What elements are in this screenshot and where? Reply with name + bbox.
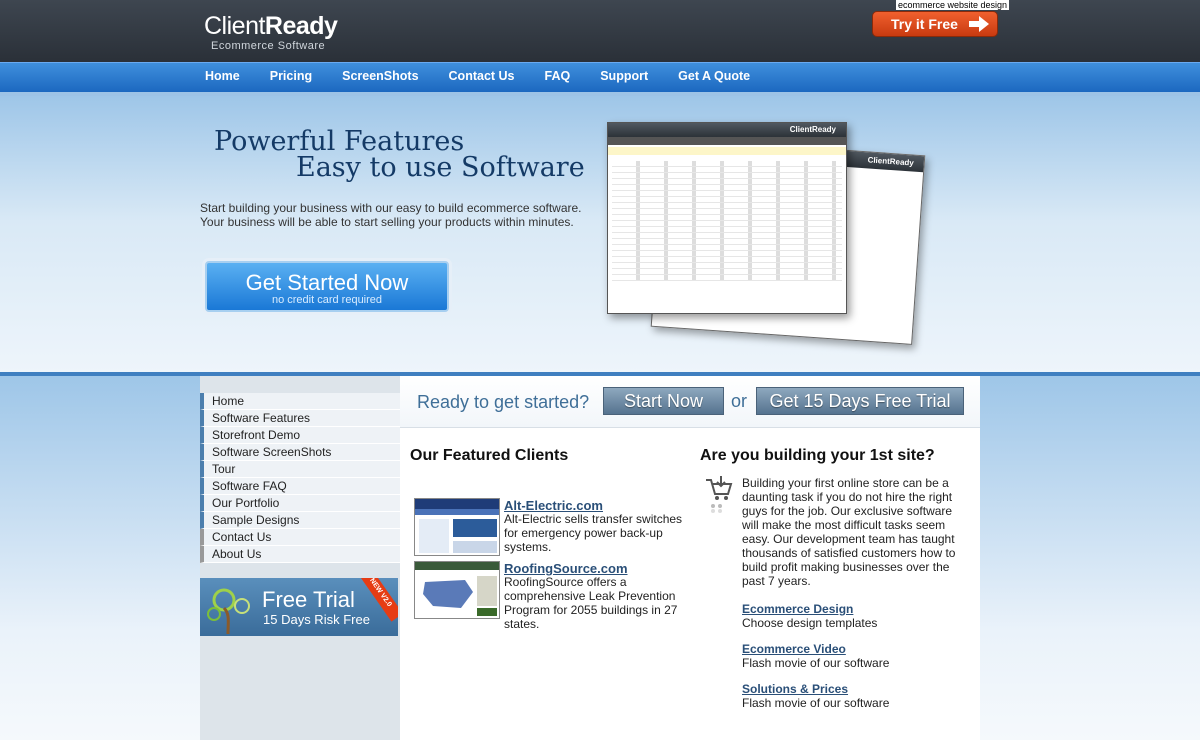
alt-electric-link[interactable]: Alt-Electric.com <box>504 498 603 513</box>
software-screenshot-front: ClientReady <box>607 122 847 314</box>
nav-home[interactable]: Home <box>205 63 240 93</box>
sidebar-item-tour[interactable]: Tour <box>200 461 400 478</box>
roofingsource-thumb-image <box>415 562 499 618</box>
ecommerce-video-desc: Flash movie of our software <box>742 656 890 670</box>
ready-text: Ready to get started? <box>417 392 590 412</box>
main-nav: Home Pricing ScreenShots Contact Us FAQ … <box>0 62 1200 92</box>
solutions-prices-desc: Flash movie of our software <box>742 696 890 710</box>
screenshot-rows <box>612 161 842 281</box>
screenshot-notice <box>608 147 846 155</box>
sidebar-item-sample-designs[interactable]: Sample Designs <box>200 512 400 529</box>
free-trial-button[interactable]: Get 15 Days Free Trial <box>756 387 964 415</box>
alt-electric-thumb-image <box>415 499 499 555</box>
nav-screenshots[interactable]: ScreenShots <box>342 63 418 93</box>
sidebar-item-about-us[interactable]: About Us <box>200 546 400 563</box>
screenshot-brand-front: ClientReady <box>789 125 836 134</box>
free-trial-subtitle: 15 Days Risk Free <box>263 612 370 627</box>
nav-contact-us[interactable]: Contact Us <box>449 63 515 93</box>
alt-electric-description: Alt-Electric sells transfer switches for… <box>504 512 683 554</box>
get-started-button[interactable]: Get Started Now no credit card required <box>205 261 449 312</box>
building-site-title: Are you building your 1st site? <box>700 447 935 464</box>
start-now-button[interactable]: Start Now <box>603 387 724 415</box>
hero-title-2: Easy to use Software <box>296 152 585 183</box>
try-free-label: Try it Free <box>891 16 958 32</box>
hero-desc-line-1: Start building your business with our ea… <box>200 201 582 215</box>
arrow-right-icon <box>969 16 989 32</box>
tagline: ecommerce website design <box>896 0 1010 10</box>
nav-get-a-quote[interactable]: Get A Quote <box>678 63 750 93</box>
roofingsource-thumbnail[interactable] <box>414 561 500 619</box>
or-text: or <box>731 391 748 411</box>
sidebar-item-home[interactable]: Home <box>200 393 400 410</box>
sidebar-item-software-features[interactable]: Software Features <box>200 410 400 427</box>
nav-support[interactable]: Support <box>600 63 648 93</box>
try-free-button[interactable]: Try it Free <box>872 11 998 37</box>
sidebar-item-contact-us[interactable]: Contact Us <box>200 529 400 546</box>
featured-clients-title: Our Featured Clients <box>410 447 569 464</box>
ecommerce-design-desc: Choose design templates <box>742 616 878 630</box>
free-trial-title: Free Trial <box>262 587 355 612</box>
ecommerce-design-link[interactable]: Ecommerce Design <box>742 602 853 616</box>
hero-desc-line-2: Your business will be able to start sell… <box>200 215 574 229</box>
logo-brand: ClientReady <box>204 12 338 40</box>
logo[interactable]: ClientReady Ecommerce Software <box>204 12 338 52</box>
shopping-cart-icon <box>706 476 733 513</box>
swirl-tree-icon <box>207 588 250 634</box>
solutions-prices-link[interactable]: Solutions & Prices <box>742 682 848 696</box>
hero-description: Start building your business with our ea… <box>200 201 600 229</box>
sidebar-item-software-faq[interactable]: Software FAQ <box>200 478 400 495</box>
screenshot-toolbar: ClientReady <box>608 123 846 137</box>
get-started-label: Get Started Now <box>245 270 409 295</box>
no-credit-card-label: no credit card required <box>271 294 383 306</box>
hero-section <box>0 92 1200 374</box>
screenshot-subbar <box>608 137 846 145</box>
nav-faq[interactable]: FAQ <box>545 63 571 93</box>
free-trial-banner[interactable]: Free Trial 15 Days Risk Free NEW V2.0 <box>200 578 398 636</box>
sidebar-item-storefront-demo[interactable]: Storefront Demo <box>200 427 400 444</box>
alt-electric-thumbnail[interactable] <box>414 498 500 556</box>
sidebar-menu: Home Software Features Storefront Demo S… <box>200 393 400 563</box>
nav-pricing[interactable]: Pricing <box>270 63 312 93</box>
ecommerce-video-link[interactable]: Ecommerce Video <box>742 642 846 656</box>
sidebar-item-our-portfolio[interactable]: Our Portfolio <box>200 495 400 512</box>
sidebar-item-software-screenshots[interactable]: Software ScreenShots <box>200 444 400 461</box>
roofingsource-description: RoofingSource offers a comprehensive Lea… <box>504 575 678 631</box>
logo-subtitle: Ecommerce Software <box>211 40 326 52</box>
site-header: ClientReady Ecommerce Software ecommerce… <box>0 0 1200 62</box>
roofingsource-link[interactable]: RoofingSource.com <box>504 561 628 576</box>
building-site-text: Building your first online store can be … <box>742 476 956 588</box>
